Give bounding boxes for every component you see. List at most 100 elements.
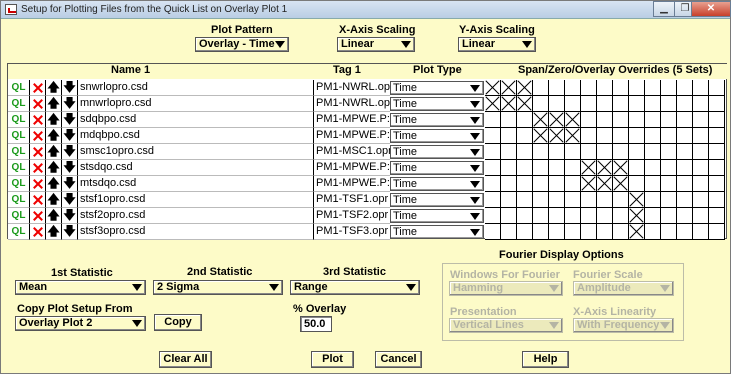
override-cell[interactable] [581, 144, 597, 160]
override-cell[interactable] [533, 224, 549, 240]
override-cell[interactable] [581, 112, 597, 128]
override-cell[interactable] [485, 160, 501, 176]
override-cell[interactable] [501, 224, 517, 240]
override-cell[interactable] [645, 80, 661, 96]
move-up-icon[interactable]: 🡅 [46, 80, 62, 96]
override-cell[interactable] [677, 160, 693, 176]
file-name[interactable]: mdqbpo.csd [78, 128, 314, 144]
override-cell[interactable] [645, 208, 661, 224]
override-cell[interactable] [485, 224, 501, 240]
move-up-icon[interactable]: 🡅 [46, 96, 62, 112]
move-down-icon[interactable]: 🡇 [62, 208, 78, 224]
override-cell[interactable] [661, 224, 677, 240]
override-cell[interactable] [485, 192, 501, 208]
override-cell[interactable] [533, 112, 549, 128]
plot-type-dropdown[interactable]: Time [390, 209, 484, 223]
override-cell[interactable] [517, 160, 533, 176]
override-cell[interactable] [645, 224, 661, 240]
quick-look-button[interactable]: QL [8, 96, 30, 112]
override-cell[interactable] [533, 192, 549, 208]
move-down-icon[interactable]: 🡇 [62, 224, 78, 240]
delete-icon[interactable] [30, 80, 46, 96]
override-cell[interactable] [645, 160, 661, 176]
plot-type-dropdown[interactable]: Time [390, 225, 484, 239]
override-cell[interactable] [581, 96, 597, 112]
override-cell[interactable] [517, 224, 533, 240]
quick-look-button[interactable]: QL [8, 80, 30, 96]
override-cell[interactable] [517, 96, 533, 112]
quick-look-button[interactable]: QL [8, 144, 30, 160]
override-cell[interactable] [709, 160, 725, 176]
tag-name[interactable]: PM1-TSF3.opr [314, 224, 390, 240]
override-cell[interactable] [549, 96, 565, 112]
override-cell[interactable] [629, 224, 645, 240]
file-name[interactable]: mtsdqo.csd [78, 176, 314, 192]
tag-name[interactable]: PM1-MSC1.opr [314, 144, 392, 160]
override-cell[interactable] [629, 96, 645, 112]
move-up-icon[interactable]: 🡅 [46, 144, 62, 160]
quick-look-button[interactable]: QL [8, 112, 30, 128]
tag-name[interactable]: PM1-MPWE.P:t [314, 160, 393, 176]
move-down-icon[interactable]: 🡇 [62, 80, 78, 96]
file-name[interactable]: mnwrlopro.csd [78, 96, 314, 112]
override-cell[interactable] [517, 128, 533, 144]
override-cell[interactable] [549, 112, 565, 128]
override-cell[interactable] [517, 144, 533, 160]
override-cell[interactable] [597, 224, 613, 240]
delete-icon[interactable] [30, 160, 46, 176]
override-cell[interactable] [565, 208, 581, 224]
override-cell[interactable] [517, 208, 533, 224]
override-cell[interactable] [517, 192, 533, 208]
override-cell[interactable] [501, 208, 517, 224]
override-cell[interactable] [677, 80, 693, 96]
override-cell[interactable] [709, 208, 725, 224]
override-cell[interactable] [645, 112, 661, 128]
copy-button[interactable]: Copy [154, 314, 202, 331]
move-up-icon[interactable]: 🡅 [46, 160, 62, 176]
override-cell[interactable] [485, 96, 501, 112]
move-up-icon[interactable]: 🡅 [46, 192, 62, 208]
minimize-button[interactable]: ▁ [653, 1, 675, 17]
override-cell[interactable] [709, 144, 725, 160]
override-cell[interactable] [485, 80, 501, 96]
override-cell[interactable] [565, 96, 581, 112]
copy-plot-setup-dropdown[interactable]: Overlay Plot 2 [15, 316, 146, 331]
override-cell[interactable] [597, 80, 613, 96]
move-down-icon[interactable]: 🡇 [62, 160, 78, 176]
override-cell[interactable] [533, 80, 549, 96]
override-cell[interactable] [709, 128, 725, 144]
override-cell[interactable] [613, 112, 629, 128]
plot-type-dropdown[interactable]: Time [390, 193, 484, 207]
quick-look-button[interactable]: QL [8, 224, 30, 240]
override-cell[interactable] [597, 208, 613, 224]
clear-all-button[interactable]: Clear All [159, 351, 212, 368]
override-cell[interactable] [645, 176, 661, 192]
move-down-icon[interactable]: 🡇 [62, 128, 78, 144]
override-cell[interactable] [709, 224, 725, 240]
override-cell[interactable] [501, 96, 517, 112]
override-cell[interactable] [629, 208, 645, 224]
override-cell[interactable] [565, 160, 581, 176]
override-cell[interactable] [533, 208, 549, 224]
override-cell[interactable] [485, 128, 501, 144]
override-cell[interactable] [597, 128, 613, 144]
override-cell[interactable] [581, 160, 597, 176]
override-cell[interactable] [565, 192, 581, 208]
override-cell[interactable] [645, 128, 661, 144]
quick-look-button[interactable]: QL [8, 208, 30, 224]
file-name[interactable]: stsf2opro.csd [78, 208, 314, 224]
plot-type-dropdown[interactable]: Time [390, 129, 484, 143]
override-cell[interactable] [581, 224, 597, 240]
delete-icon[interactable] [30, 144, 46, 160]
move-up-icon[interactable]: 🡅 [46, 128, 62, 144]
tag-name[interactable]: PM1-NWRL.opr [314, 96, 394, 112]
override-cell[interactable] [661, 208, 677, 224]
override-cell[interactable] [677, 176, 693, 192]
plot-type-dropdown[interactable]: Time [390, 145, 484, 159]
windows-for-fourier-dropdown[interactable]: Hamming [449, 281, 563, 296]
file-name[interactable]: snwrlopro.csd [78, 80, 314, 96]
override-cell[interactable] [517, 80, 533, 96]
plot-type-dropdown[interactable]: Time [390, 81, 484, 95]
presentation-dropdown[interactable]: Vertical Lines [449, 318, 563, 333]
override-cell[interactable] [629, 144, 645, 160]
